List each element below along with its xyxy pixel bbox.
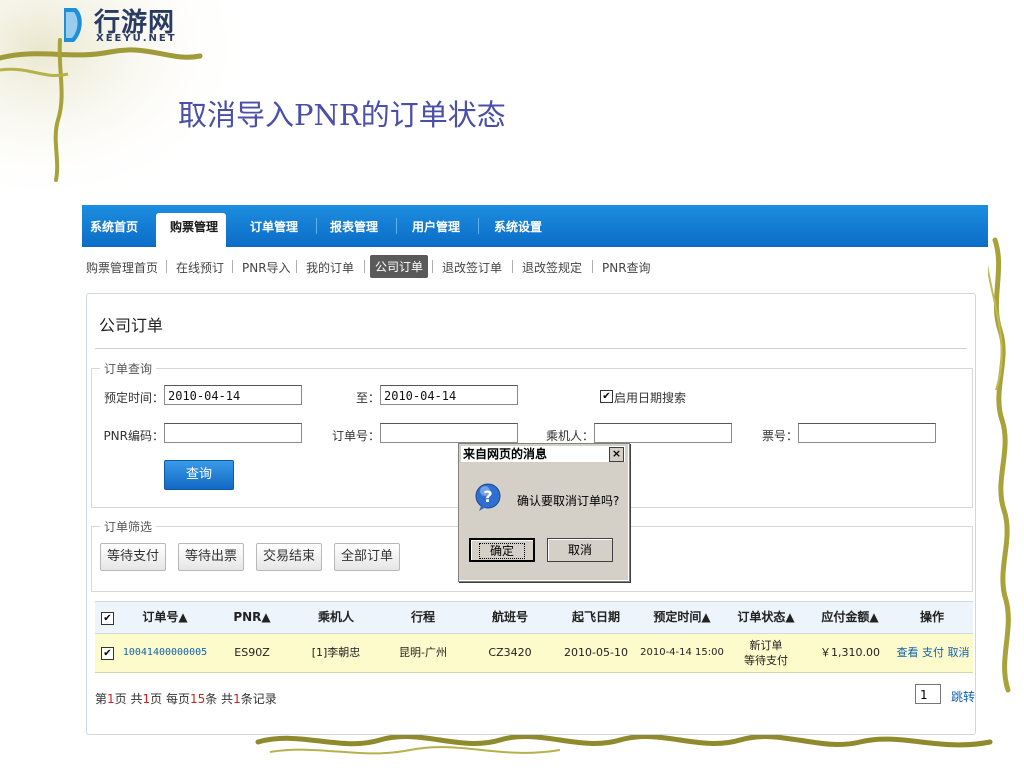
subnav-separator bbox=[166, 260, 167, 273]
total-pages: 1 bbox=[142, 692, 151, 706]
col-header-flight: 航班号 bbox=[491, 610, 528, 624]
confirm-dialog: 来自网页的消息 × ? 确认要取消订单吗? 确定 取消 bbox=[458, 443, 630, 582]
nav-separator bbox=[316, 218, 317, 234]
panel-title: 公司订单 bbox=[99, 316, 164, 335]
subnav-item-my-orders[interactable]: 我的订单 bbox=[306, 259, 354, 276]
book-time-to-label: 至： bbox=[355, 391, 380, 405]
pnr-code-label: PNR编码： bbox=[103, 429, 164, 443]
question-icon: ? bbox=[475, 483, 501, 511]
dialog-title: 来自网页的消息 bbox=[463, 447, 548, 461]
col-header-book-time[interactable]: 预定时间▲ bbox=[639, 602, 725, 633]
subnav-item-pnr-query[interactable]: PNR查询 bbox=[602, 259, 651, 276]
filter-completed-button[interactable]: 交易结束 bbox=[256, 543, 322, 571]
col-header-order-no[interactable]: 订单号▲ bbox=[119, 602, 211, 633]
jump-button[interactable]: 跳转 bbox=[951, 688, 975, 705]
status-line-1: 新订单 bbox=[749, 639, 783, 652]
cell-flight: CZ3420 bbox=[488, 646, 532, 659]
per-page: 15 bbox=[189, 692, 206, 706]
ticket-number-input[interactable] bbox=[798, 423, 936, 443]
subnav-separator bbox=[232, 260, 233, 273]
subnav-separator bbox=[364, 260, 365, 273]
col-header-pnr[interactable]: PNR▲ bbox=[211, 602, 293, 633]
cell-order-no[interactable]: 10041400000005 bbox=[119, 634, 211, 672]
subnav-item-change-orders[interactable]: 退改签订单 bbox=[442, 259, 502, 276]
cell-route: 昆明-广州 bbox=[399, 646, 447, 659]
divider bbox=[95, 348, 967, 349]
col-header-status[interactable]: 订单状态▲ bbox=[725, 602, 807, 633]
col-header-depart-date: 起飞日期 bbox=[571, 610, 620, 624]
pnr-code-input[interactable] bbox=[164, 423, 302, 443]
subnav-separator bbox=[432, 260, 433, 273]
nav-item-ticket-management[interactable]: 购票管理 bbox=[170, 218, 218, 235]
logo: 行游网 XEEYU.NET bbox=[62, 2, 190, 48]
cell-depart-date: 2010-05-10 bbox=[564, 646, 628, 659]
col-header-passenger: 乘机人 bbox=[317, 610, 354, 624]
book-time-label: 预定时间： bbox=[103, 391, 164, 405]
view-order-link[interactable]: 查看 bbox=[897, 646, 919, 659]
dialog-titlebar: 来自网页的消息 × bbox=[461, 446, 625, 462]
cell-amount: ￥1,310.00 bbox=[820, 646, 880, 659]
book-time-end-input[interactable]: 2010-04-14 bbox=[380, 385, 518, 405]
cell-passenger: [1]李朝忠 bbox=[311, 646, 361, 659]
cancel-order-link[interactable]: 取消 bbox=[948, 646, 970, 659]
nav-item-reports[interactable]: 报表管理 bbox=[330, 218, 378, 235]
pay-order-link[interactable]: 支付 bbox=[922, 646, 944, 659]
filter-awaiting-ticketing-button[interactable]: 等待出票 bbox=[178, 543, 244, 571]
passenger-input[interactable] bbox=[594, 423, 732, 443]
enable-date-search-label: 启用日期搜索 bbox=[614, 391, 687, 405]
cell-status: 新订单 等待支付 bbox=[725, 634, 807, 672]
table-header-row: ✔ 订单号▲ PNR▲ 乘机人 行程 航班号 起飞日期 预定时间▲ 订单状态▲ … bbox=[95, 601, 973, 634]
sub-nav: 购票管理首页 在线预订 PNR导入 我的订单 公司订单 退改签订单 退改签规定 … bbox=[82, 253, 988, 281]
nav-item-users[interactable]: 用户管理 bbox=[412, 218, 460, 235]
nav-item-home[interactable]: 系统首页 bbox=[90, 218, 138, 235]
close-icon[interactable]: × bbox=[609, 447, 624, 462]
cell-actions: 查看 支付 取消 bbox=[893, 634, 973, 672]
nav-item-settings[interactable]: 系统设置 bbox=[494, 218, 542, 235]
jump-page-input[interactable]: 1 bbox=[915, 684, 941, 704]
svg-text:?: ? bbox=[483, 487, 492, 506]
row-checkbox[interactable]: ✔ bbox=[101, 647, 114, 660]
subnav-item-pnr-import[interactable]: PNR导入 bbox=[242, 259, 291, 276]
col-header-actions: 操作 bbox=[919, 610, 944, 624]
nav-item-order-management[interactable]: 订单管理 bbox=[250, 218, 298, 235]
order-number-input[interactable] bbox=[380, 423, 518, 443]
record-count: 1 bbox=[233, 692, 241, 706]
select-all-checkbox[interactable]: ✔ bbox=[101, 612, 114, 625]
nav-separator bbox=[396, 218, 397, 234]
filter-awaiting-payment-button[interactable]: 等待支付 bbox=[100, 543, 166, 571]
subnav-item-change-rules[interactable]: 退改签规定 bbox=[522, 259, 582, 276]
subnav-item-company-orders[interactable]: 公司订单 bbox=[370, 255, 429, 278]
table-row: ✔ 10041400000005 ES90Z [1]李朝忠 昆明-广州 CZ34… bbox=[95, 634, 973, 673]
col-header-route: 行程 bbox=[410, 610, 435, 624]
nav-separator bbox=[478, 218, 479, 234]
subnav-separator bbox=[592, 260, 593, 273]
pagination-info: 第1页 共1页 每页15条 共1条记录 bbox=[95, 692, 277, 706]
order-number-label: 订单号： bbox=[331, 429, 380, 443]
ok-button[interactable]: 确定 bbox=[469, 538, 535, 562]
enable-date-search-checkbox[interactable]: ✔ bbox=[600, 390, 613, 403]
col-header-amount[interactable]: 应付金额▲ bbox=[807, 602, 893, 633]
order-query-legend: 订单查询 bbox=[100, 360, 157, 377]
order-filter-legend: 订单筛选 bbox=[100, 518, 157, 535]
current-page: 1 bbox=[107, 692, 115, 706]
passenger-label: 乘机人： bbox=[545, 429, 594, 443]
subnav-separator bbox=[296, 260, 297, 273]
slide-title: 取消导入PNR的订单状态 bbox=[178, 98, 506, 132]
filter-all-orders-button[interactable]: 全部订单 bbox=[334, 543, 400, 571]
cell-book-time: 2010-4-14 15:00 bbox=[640, 647, 724, 658]
top-nav-bar: 系统首页 购票管理 订单管理 报表管理 用户管理 系统设置 bbox=[82, 205, 988, 247]
dialog-message: 确认要取消订单吗? bbox=[517, 494, 620, 508]
cell-pnr: ES90Z bbox=[234, 646, 270, 659]
logo-icon bbox=[64, 8, 82, 42]
query-button[interactable]: 查询 bbox=[164, 460, 234, 490]
book-time-start-input[interactable]: 2010-04-14 bbox=[164, 385, 302, 405]
subnav-item-ticket-home[interactable]: 购票管理首页 bbox=[86, 259, 158, 276]
subnav-separator bbox=[512, 260, 513, 273]
ticket-number-label: 票号： bbox=[761, 429, 798, 443]
logo-subtitle: XEEYU.NET bbox=[96, 33, 177, 44]
cancel-button[interactable]: 取消 bbox=[547, 538, 613, 562]
status-line-2: 等待支付 bbox=[744, 654, 788, 667]
subnav-item-online-booking[interactable]: 在线预订 bbox=[176, 259, 224, 276]
